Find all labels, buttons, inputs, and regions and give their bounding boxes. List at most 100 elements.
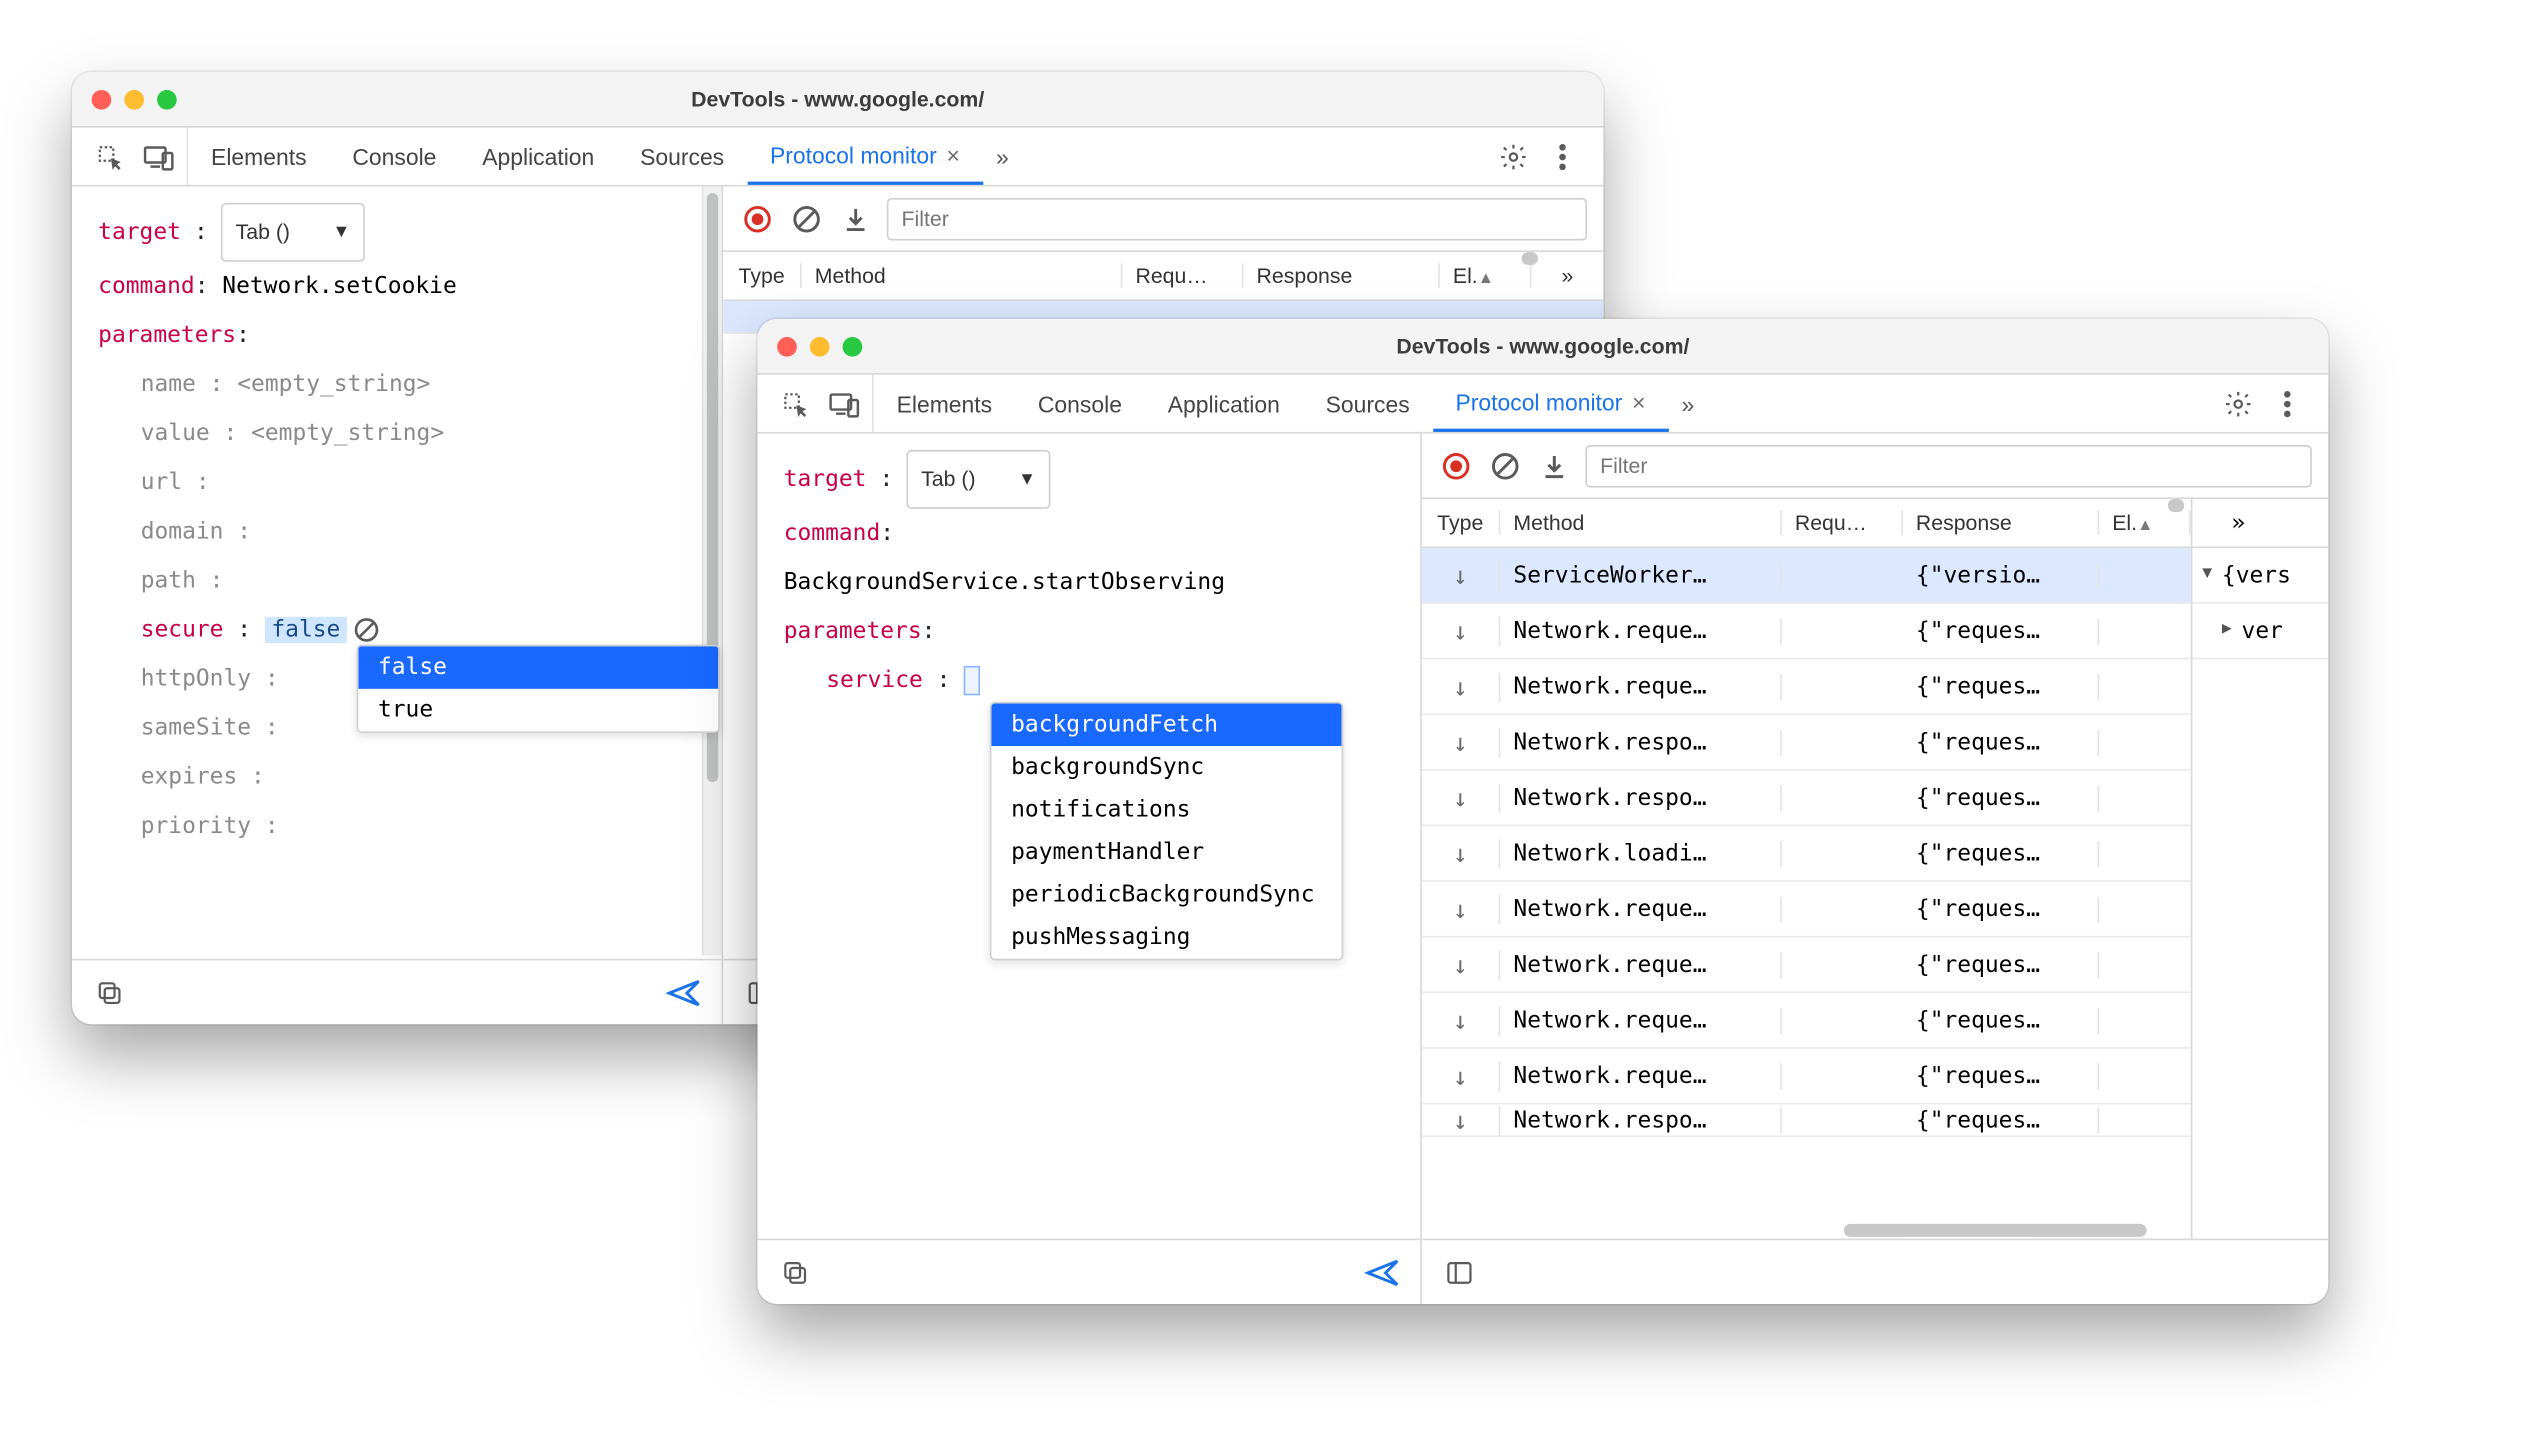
cell-method: Network.reque…: [1500, 618, 1781, 644]
gear-icon[interactable]: [1495, 138, 1531, 174]
param-value[interactable]: <empty_string>: [237, 371, 430, 397]
param-expires[interactable]: expires :: [98, 753, 708, 802]
table-row[interactable]: ↓Network.respo…{"reques…: [1422, 771, 2191, 827]
table-row[interactable]: ↓Network.loadi…{"reques…: [1422, 826, 2191, 882]
inspect-icon[interactable]: [92, 138, 128, 174]
command-value[interactable]: BackgroundService.startObserving: [784, 558, 1407, 607]
scrollbar[interactable]: [702, 187, 722, 956]
kebab-icon[interactable]: [2269, 385, 2305, 421]
target-select[interactable]: Tab () ▼: [906, 450, 1050, 509]
panel-toggle-icon[interactable]: [1441, 1254, 1477, 1290]
table-row[interactable]: ↓Network.reque…{"reques…: [1422, 882, 2191, 938]
col-elapsed[interactable]: El.▲: [1440, 263, 1532, 288]
device-toggle-icon[interactable]: [141, 138, 177, 174]
table-row[interactable]: ↓Network.reque…{"reques…: [1422, 993, 2191, 1049]
columns-overflow-button[interactable]: »: [2202, 510, 2274, 536]
dropdown-option[interactable]: backgroundFetch: [991, 704, 1341, 747]
table-row[interactable]: ↓Network.reque…{"reques…: [1422, 604, 2191, 660]
copy-icon[interactable]: [777, 1254, 813, 1290]
window-title: DevTools - www.google.com/: [691, 87, 984, 112]
clear-icon[interactable]: [1487, 447, 1523, 483]
close-icon[interactable]: ×: [1632, 389, 1645, 415]
dropdown-option[interactable]: paymentHandler: [991, 831, 1341, 874]
col-elapsed[interactable]: El.▲: [2099, 510, 2191, 535]
dropdown-option[interactable]: pushMessaging: [991, 916, 1341, 959]
param-name[interactable]: name : <empty_string>: [98, 360, 708, 409]
traffic-lights[interactable]: [92, 89, 177, 109]
param-priority[interactable]: priority :: [98, 802, 708, 851]
col-request[interactable]: Requ…: [1122, 263, 1243, 288]
clear-icon[interactable]: [789, 200, 825, 236]
tab-sources[interactable]: Sources: [1303, 375, 1433, 432]
param-value[interactable]: value : <empty_string>: [98, 409, 708, 458]
columns-overflow-button[interactable]: »: [1531, 263, 1603, 288]
target-select[interactable]: Tab () ▼: [221, 203, 365, 262]
filter-input[interactable]: [887, 197, 1587, 240]
download-icon[interactable]: [1536, 447, 1572, 483]
filter-input[interactable]: [1585, 444, 2311, 487]
device-toggle-icon[interactable]: [826, 385, 862, 421]
param-url[interactable]: url :: [98, 458, 708, 507]
download-icon[interactable]: [838, 200, 874, 236]
col-request[interactable]: Requ…: [1782, 510, 1903, 535]
param-service-value[interactable]: [964, 666, 980, 695]
table-row[interactable]: ↓Network.reque…{"reques…: [1422, 938, 2191, 994]
param-value[interactable]: false: [265, 617, 347, 643]
col-method[interactable]: Method: [1500, 510, 1781, 535]
service-autocomplete-dropdown[interactable]: backgroundFetchbackgroundSyncnotificatio…: [990, 702, 1343, 961]
close-icon[interactable]: [92, 89, 112, 109]
gear-icon[interactable]: [2220, 385, 2256, 421]
col-response[interactable]: Response: [1903, 510, 2099, 535]
col-method[interactable]: Method: [802, 263, 1123, 288]
inspect-icon[interactable]: [777, 385, 813, 421]
minimize-icon[interactable]: [124, 89, 144, 109]
scrollbar-thumb[interactable]: [2168, 499, 2184, 512]
scrollbar-thumb[interactable]: [1522, 252, 1538, 265]
tab-elements[interactable]: Elements: [874, 375, 1015, 432]
param-path[interactable]: path :: [98, 556, 708, 605]
close-icon[interactable]: [777, 336, 797, 356]
tab-sources[interactable]: Sources: [617, 128, 747, 185]
tab-application[interactable]: Application: [459, 128, 617, 185]
tab-protocol-monitor[interactable]: Protocol monitor ×: [747, 128, 983, 185]
table-row[interactable]: ↓Network.reque…{"reques…: [1422, 659, 2191, 715]
record-icon[interactable]: [1438, 447, 1474, 483]
tab-console[interactable]: Console: [1015, 375, 1145, 432]
table-row[interactable]: ↓Network.reque…{"reques…: [1422, 1049, 2191, 1105]
traffic-lights[interactable]: [777, 336, 862, 356]
command-value[interactable]: Network.setCookie: [222, 273, 456, 299]
send-icon[interactable]: [1365, 1254, 1401, 1290]
param-value[interactable]: <empty_string>: [251, 420, 444, 446]
minimize-icon[interactable]: [810, 336, 830, 356]
tab-application[interactable]: Application: [1145, 375, 1303, 432]
zoom-icon[interactable]: [843, 336, 863, 356]
secure-autocomplete-dropdown[interactable]: falsetrue: [357, 645, 720, 733]
kebab-icon[interactable]: [1545, 138, 1581, 174]
param-domain[interactable]: domain :: [98, 507, 708, 556]
close-icon[interactable]: ×: [947, 142, 960, 168]
table-row[interactable]: ↓ServiceWorker…{"versio…: [1422, 548, 2191, 604]
clear-icon[interactable]: [353, 617, 379, 643]
dropdown-option[interactable]: notifications: [991, 789, 1341, 832]
tab-protocol-monitor[interactable]: Protocol monitor ×: [1433, 375, 1669, 432]
tabs-overflow-button[interactable]: »: [1668, 375, 1707, 432]
copy-icon[interactable]: [92, 974, 128, 1010]
col-type[interactable]: Type: [723, 263, 802, 288]
col-type[interactable]: Type: [1422, 510, 1501, 535]
table-row[interactable]: ↓Network.respo…{"reques…: [1422, 715, 2191, 771]
tab-console[interactable]: Console: [329, 128, 459, 185]
dropdown-option[interactable]: false: [358, 646, 718, 689]
zoom-icon[interactable]: [157, 89, 177, 109]
table-row[interactable]: ↓Network.respo…{"reques…: [1422, 1104, 2191, 1137]
tree-node-child[interactable]: ver: [2192, 604, 2328, 660]
dropdown-option[interactable]: backgroundSync: [991, 746, 1341, 789]
col-response[interactable]: Response: [1243, 263, 1439, 288]
tabs-overflow-button[interactable]: »: [983, 128, 1022, 185]
h-scrollbar-thumb[interactable]: [1844, 1224, 2146, 1237]
dropdown-option[interactable]: true: [358, 689, 718, 732]
send-icon[interactable]: [666, 974, 702, 1010]
tree-node-root[interactable]: {vers: [2192, 548, 2328, 604]
tab-elements[interactable]: Elements: [188, 128, 329, 185]
dropdown-option[interactable]: periodicBackgroundSync: [991, 874, 1341, 917]
record-icon[interactable]: [740, 200, 776, 236]
